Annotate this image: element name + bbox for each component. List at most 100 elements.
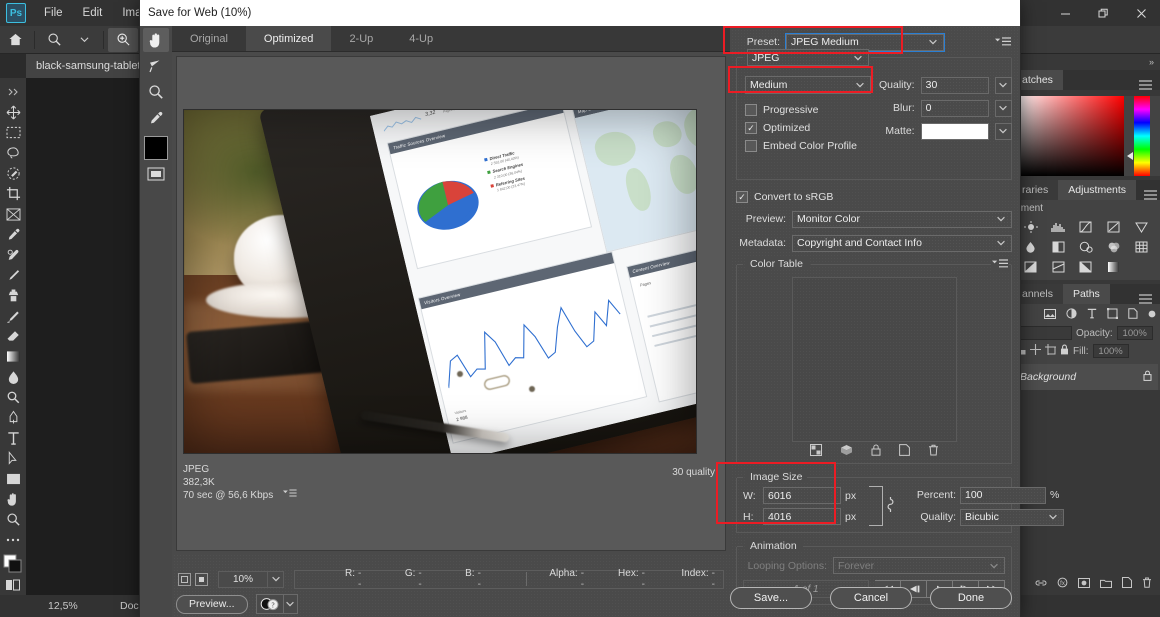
move-tool-icon[interactable] xyxy=(2,102,24,122)
layer-style-icon[interactable]: fx xyxy=(1057,577,1068,591)
channel-mixer-icon[interactable] xyxy=(1101,238,1127,256)
chevron-down-icon[interactable] xyxy=(1047,514,1059,520)
minimize-icon[interactable] xyxy=(1046,0,1084,26)
lasso-tool-icon[interactable] xyxy=(2,143,24,163)
chevron-down-icon[interactable] xyxy=(995,240,1007,246)
quick-mask-icon[interactable] xyxy=(2,575,24,595)
panel-menu-icon[interactable] xyxy=(1131,294,1160,304)
new-color-icon[interactable] xyxy=(898,444,910,459)
quality-input[interactable]: 30 xyxy=(920,76,989,94)
healing-brush-tool-icon[interactable] xyxy=(2,245,24,265)
curves-icon[interactable] xyxy=(1073,218,1099,236)
zoom-tool-icon[interactable] xyxy=(39,28,69,52)
hand-tool-icon[interactable] xyxy=(143,28,169,52)
gradient-tool-icon[interactable] xyxy=(2,347,24,367)
color-picker-field[interactable] xyxy=(1016,96,1152,176)
preview-area[interactable]: 3,32 Pageviews 28,87% Bounce Rate Tra xyxy=(172,52,730,555)
type-filter-icon[interactable] xyxy=(1087,308,1097,322)
metadata-select[interactable]: Copyright and Contact Info xyxy=(792,234,1012,252)
slice-select-tool-icon[interactable] xyxy=(143,54,169,78)
menu-edit[interactable]: Edit xyxy=(73,3,113,23)
percent-input[interactable]: 100 xyxy=(960,486,1046,504)
chevron-down-icon[interactable] xyxy=(69,28,99,52)
blend-mode-select[interactable] xyxy=(1016,326,1072,340)
link-layers-icon[interactable] xyxy=(1035,578,1047,591)
convert-to-srgb-checkbox[interactable]: ✓ Convert to sRGB xyxy=(736,188,1012,206)
vibrance-icon[interactable] xyxy=(1128,218,1154,236)
tab-4-up[interactable]: 4-Up xyxy=(391,26,451,51)
zoom-in-icon[interactable] xyxy=(108,27,138,52)
width-input[interactable]: 6016 xyxy=(763,487,841,504)
dodge-tool-icon[interactable] xyxy=(2,387,24,407)
gradient-map-icon[interactable] xyxy=(1101,258,1127,276)
image-filter-icon[interactable] xyxy=(1044,308,1056,322)
shape-filter-icon[interactable] xyxy=(1107,308,1118,322)
smart-object-filter-icon[interactable] xyxy=(1128,308,1138,322)
restore-icon[interactable] xyxy=(1084,0,1122,26)
settings-panel-menu-icon[interactable] xyxy=(994,35,1012,49)
constrain-proportions-icon[interactable] xyxy=(885,496,896,517)
tab-optimized[interactable]: Optimized xyxy=(245,26,332,51)
expand-panels-icon[interactable]: » xyxy=(1149,57,1154,67)
delete-layer-icon[interactable] xyxy=(1142,577,1152,591)
chevron-down-icon[interactable] xyxy=(267,571,283,587)
color-gradient-square[interactable] xyxy=(1016,96,1124,176)
color-balance-icon[interactable] xyxy=(1046,238,1072,256)
tab-adjustments[interactable]: Adjustments xyxy=(1058,180,1137,200)
lock-all-icon[interactable] xyxy=(1060,344,1069,358)
blur-input[interactable]: 0 xyxy=(920,99,989,117)
file-format-select[interactable]: JPEG xyxy=(747,49,869,66)
threshold-icon[interactable] xyxy=(1073,258,1099,276)
close-icon[interactable] xyxy=(1122,0,1160,26)
quick-selection-tool-icon[interactable] xyxy=(2,163,24,183)
tab-2-up[interactable]: 2-Up xyxy=(331,26,391,51)
tab-paths[interactable]: Paths xyxy=(1062,284,1110,304)
eyedropper-tool-icon[interactable] xyxy=(2,225,24,245)
panel-menu-icon[interactable] xyxy=(1136,190,1160,200)
zoom-tool-icon[interactable] xyxy=(2,510,24,530)
foreground-background-color-icon[interactable] xyxy=(2,554,24,574)
matte-dropdown[interactable] xyxy=(994,122,1012,140)
chevron-down-icon[interactable] xyxy=(283,594,298,614)
crop-tool-icon[interactable] xyxy=(2,184,24,204)
exposure-icon[interactable] xyxy=(1101,218,1127,236)
preview-in-browser-icon[interactable]: ? xyxy=(255,594,284,614)
cancel-button[interactable]: Cancel xyxy=(830,587,912,609)
color-lookup-icon[interactable] xyxy=(1128,238,1154,256)
brush-tool-icon[interactable] xyxy=(2,265,24,285)
marquee-tool-icon[interactable] xyxy=(2,123,24,143)
preview-button[interactable]: Preview... xyxy=(176,594,248,614)
lock-icon[interactable] xyxy=(1143,370,1152,384)
preset-select[interactable]: JPEG Medium xyxy=(785,32,945,52)
hue-saturation-icon[interactable] xyxy=(1018,238,1044,256)
progressive-checkbox[interactable]: Progressive xyxy=(745,101,871,119)
preview-select[interactable]: Monitor Color xyxy=(792,210,1012,228)
lock-color-icon[interactable] xyxy=(871,444,881,459)
posterize-icon[interactable] xyxy=(1046,258,1072,276)
color-table-menu-icon[interactable] xyxy=(991,257,1009,271)
invert-icon[interactable] xyxy=(1018,258,1044,276)
done-button[interactable]: Done xyxy=(930,587,1012,609)
eyedropper-tool-icon[interactable] xyxy=(143,106,169,130)
frame-tool-icon[interactable] xyxy=(2,204,24,224)
save-button[interactable]: Save... xyxy=(730,587,812,609)
levels-icon[interactable] xyxy=(1046,218,1072,236)
chevron-down-icon[interactable] xyxy=(995,216,1007,222)
compression-quality-select[interactable]: Medium xyxy=(745,76,871,94)
collapse-panel-icon[interactable] xyxy=(2,82,24,102)
new-layer-icon[interactable] xyxy=(1122,577,1132,591)
document-tab[interactable]: black-samsung-tablet- xyxy=(26,54,155,78)
menu-file[interactable]: File xyxy=(34,3,73,23)
type-tool-icon[interactable] xyxy=(2,428,24,448)
history-brush-tool-icon[interactable] xyxy=(2,306,24,326)
tab-original[interactable]: Original xyxy=(172,26,246,51)
chevron-down-icon[interactable] xyxy=(854,82,866,88)
hand-tool-icon[interactable] xyxy=(2,489,24,509)
clone-stamp-tool-icon[interactable] xyxy=(2,286,24,306)
fill-value[interactable]: 100% xyxy=(1092,344,1129,358)
optimized-checkbox[interactable]: ✓ Optimized xyxy=(745,119,871,137)
new-group-icon[interactable] xyxy=(1100,578,1112,591)
opacity-value[interactable]: 100% xyxy=(1116,326,1153,340)
delete-color-icon[interactable] xyxy=(928,444,939,459)
toggle-filter-icon[interactable] xyxy=(1148,310,1156,321)
